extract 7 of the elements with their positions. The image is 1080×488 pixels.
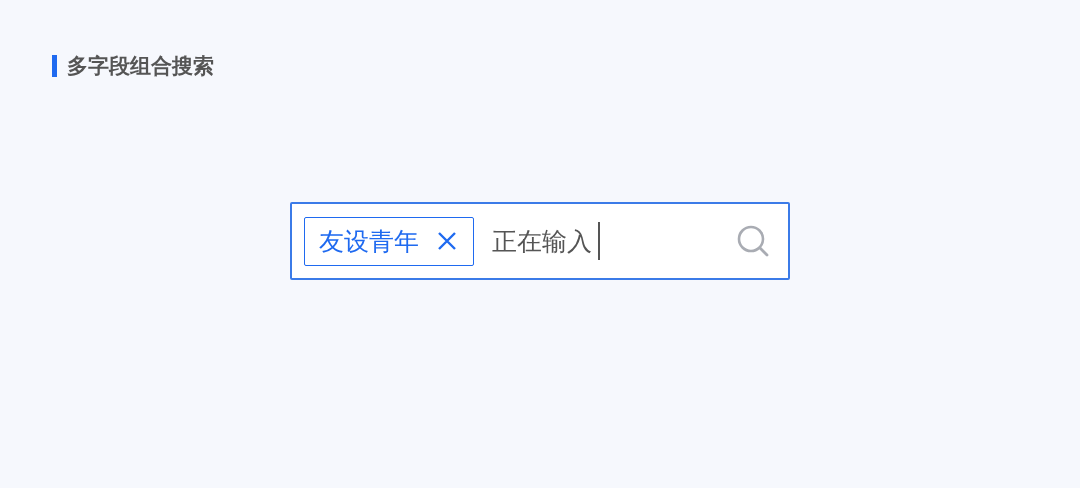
tag-chip[interactable]: 友设青年 bbox=[304, 216, 474, 266]
search-field[interactable]: 友设青年 正在输入 bbox=[290, 202, 790, 280]
section-title: 多字段组合搜索 bbox=[67, 53, 214, 80]
text-cursor bbox=[598, 222, 600, 260]
remove-icon[interactable] bbox=[437, 231, 457, 251]
title-accent-bar bbox=[52, 55, 57, 77]
input-text: 正在输入 bbox=[492, 225, 592, 258]
